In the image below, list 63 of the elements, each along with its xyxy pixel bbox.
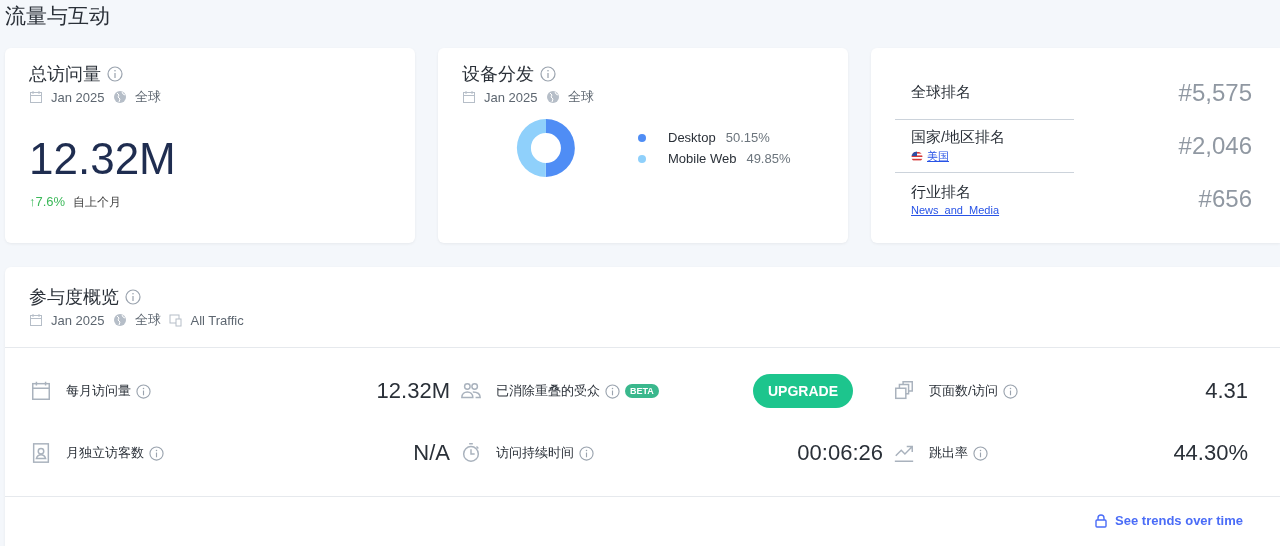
rank-value: #5,575 <box>1178 78 1252 107</box>
rank-value: #656 <box>1198 184 1252 213</box>
change-value: ↑7.6% <box>29 194 66 211</box>
metric-value: 12.32M <box>376 378 450 404</box>
flag-icon <box>911 150 923 163</box>
calendar-icon <box>29 90 43 104</box>
globe-icon <box>545 90 560 104</box>
pages-icon <box>893 380 915 402</box>
rank-link[interactable]: News_and_Media <box>911 203 1000 216</box>
info-icon[interactable] <box>973 445 988 461</box>
info-icon[interactable] <box>149 445 164 461</box>
calendar-icon <box>29 313 43 327</box>
card-title: 设备分发 <box>462 63 534 86</box>
metric-value: 44.30% <box>1173 440 1248 466</box>
region-label: 全球 <box>567 88 594 106</box>
rank-label: 国家/地区排名 <box>911 128 1007 147</box>
metric-label: 访问持续时间 <box>496 444 574 462</box>
date-label: Jan 2025 <box>51 89 105 105</box>
rank-value: #2,046 <box>1178 131 1252 160</box>
info-icon[interactable] <box>540 66 556 82</box>
legend-value: 50.15% <box>725 130 770 145</box>
legend-label: Mobile Web <box>668 151 737 166</box>
calendar-icon <box>30 380 52 402</box>
metric-value: 00:06:26 <box>797 440 883 466</box>
rank-label: 全球排名 <box>911 83 972 102</box>
trends-link[interactable]: See trends over time <box>1095 513 1243 528</box>
page-title: 流量与互动 <box>4 3 111 29</box>
legend-label: Desktop <box>668 130 716 145</box>
change-note: 自上个月 <box>73 194 122 211</box>
info-icon[interactable] <box>605 383 620 399</box>
person-card-icon <box>30 442 52 464</box>
globe-icon <box>112 313 127 327</box>
beta-badge: BETA <box>625 384 659 398</box>
legend-dot <box>638 154 646 163</box>
visits-value: 12.32M <box>29 134 177 184</box>
legend-value: 49.85% <box>746 151 791 166</box>
lock-icon <box>1095 513 1108 528</box>
metric-label: 月独立访客数 <box>66 444 144 462</box>
info-icon[interactable] <box>1002 383 1018 399</box>
date-label: Jan 2025 <box>51 312 105 328</box>
metric-label: 跳出率 <box>929 444 968 462</box>
metric-value: N/A <box>413 440 450 466</box>
devices-icon <box>168 313 183 327</box>
globe-icon <box>112 90 127 104</box>
rank-label: 行业排名 <box>911 182 972 202</box>
card-title: 参与度概览 <box>29 286 119 309</box>
info-icon[interactable] <box>125 289 141 305</box>
traffic-label: All Traffic <box>190 312 244 328</box>
info-icon[interactable] <box>136 383 151 399</box>
card-title: 总访问量 <box>29 63 101 86</box>
metric-label: 页面数/访问 <box>929 382 998 400</box>
date-label: Jan 2025 <box>484 89 538 105</box>
region-label: 全球 <box>134 88 161 106</box>
metric-label: 已消除重叠的受众 <box>496 382 600 400</box>
stopwatch-icon <box>460 442 482 464</box>
info-icon[interactable] <box>107 66 123 82</box>
metric-value: 4.31 <box>1205 378 1248 404</box>
info-icon[interactable] <box>579 445 594 461</box>
rank-link[interactable]: 美国 <box>927 149 949 164</box>
calendar-icon <box>462 90 476 104</box>
legend-dot <box>638 133 646 142</box>
region-label: 全球 <box>134 311 161 329</box>
metric-label: 每月访问量 <box>66 382 131 400</box>
